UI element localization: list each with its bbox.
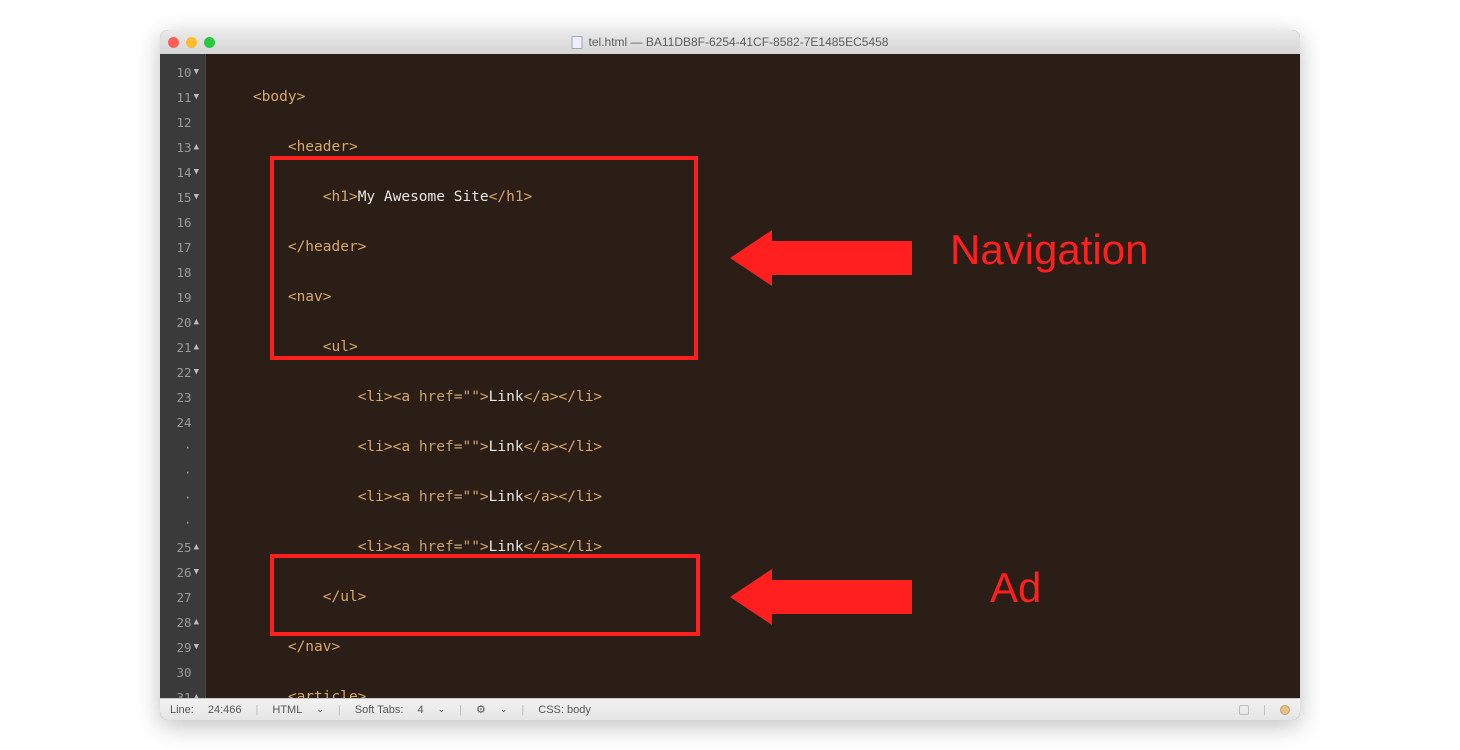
line-number[interactable]: 22▼ xyxy=(160,360,205,385)
traffic-lights xyxy=(168,37,215,48)
line-number[interactable]: 12 xyxy=(160,110,205,135)
status-dot-icon[interactable] xyxy=(1280,705,1290,715)
editor-area: 10▼11▼12 13▲14▼15▼16 17 18 19 20▲21▲22▼2… xyxy=(160,54,1300,698)
tag-li: <li> xyxy=(358,489,393,505)
tag-h1-close: </h1> xyxy=(489,189,533,205)
tag-a-gt: > xyxy=(480,389,489,405)
line-number[interactable]: 10▼ xyxy=(160,60,205,85)
chevron-down-icon[interactable]: ⌄ xyxy=(500,704,508,715)
document-icon xyxy=(572,36,583,49)
link-text: Link xyxy=(489,389,524,405)
line-number[interactable]: 21▲ xyxy=(160,335,205,360)
line-number[interactable]: 19 xyxy=(160,285,205,310)
link-text: Link xyxy=(489,539,524,555)
scroll-indicator-icon[interactable] xyxy=(1239,705,1249,715)
line-number[interactable]: 18 xyxy=(160,260,205,285)
line-number[interactable]: 15▼ xyxy=(160,185,205,210)
line-number[interactable]: · xyxy=(160,510,205,535)
line-number[interactable]: 17 xyxy=(160,235,205,260)
attr-href: href="" xyxy=(419,539,480,555)
arrow-nav xyxy=(730,230,912,286)
attr-href: href="" xyxy=(419,439,480,455)
tag-a: <a xyxy=(393,439,419,455)
link-text: Link xyxy=(489,439,524,455)
line-number[interactable]: 11▼ xyxy=(160,85,205,110)
tag-ul-open: <ul> xyxy=(323,339,358,355)
line-number[interactable]: 14▼ xyxy=(160,160,205,185)
close-icon[interactable] xyxy=(168,37,179,48)
line-number[interactable]: 24 xyxy=(160,410,205,435)
line-number[interactable]: · xyxy=(160,435,205,460)
tag-ul-close: </ul> xyxy=(323,589,367,605)
tag-a: <a xyxy=(393,539,419,555)
line-number[interactable]: · xyxy=(160,460,205,485)
tag-h1-open: <h1> xyxy=(323,189,358,205)
line-number[interactable]: 13▲ xyxy=(160,135,205,160)
editor-window: tel.html — BA11DB8F-6254-41CF-8582-7E148… xyxy=(160,30,1300,720)
line-number[interactable]: 16 xyxy=(160,210,205,235)
line-number[interactable]: 30 xyxy=(160,660,205,685)
tag-nav-close: </nav> xyxy=(288,639,340,655)
arrow-left-icon xyxy=(730,569,772,625)
label-navigation: Navigation xyxy=(950,226,1148,274)
tag-a-gt: > xyxy=(480,539,489,555)
arrow-body xyxy=(772,580,912,614)
tag-a-gt: > xyxy=(480,489,489,505)
tag-li-close: </li> xyxy=(559,439,603,455)
tag-a: <a xyxy=(393,489,419,505)
attr-href: href="" xyxy=(419,389,480,405)
gear-icon[interactable]: ⚙ xyxy=(476,703,486,716)
tag-li: <li> xyxy=(358,439,393,455)
line-number[interactable]: 25▲ xyxy=(160,535,205,560)
arrow-ad xyxy=(730,569,912,625)
status-tab-size[interactable]: 4 xyxy=(417,704,423,716)
line-number[interactable]: 26▼ xyxy=(160,560,205,585)
line-number[interactable]: 31▲ xyxy=(160,685,205,698)
tag-li: <li> xyxy=(358,539,393,555)
line-number-gutter[interactable]: 10▼11▼12 13▲14▼15▼16 17 18 19 20▲21▲22▼2… xyxy=(160,54,206,698)
status-line-value[interactable]: 24:466 xyxy=(208,704,242,716)
tag-body-open: <body> xyxy=(253,89,305,105)
window-title: tel.html — BA11DB8F-6254-41CF-8582-7E148… xyxy=(572,35,889,49)
h1-text: My Awesome Site xyxy=(358,189,489,205)
label-ad: Ad xyxy=(990,564,1041,612)
status-breadcrumb[interactable]: CSS: body xyxy=(538,704,591,716)
tag-a-close: </a> xyxy=(524,489,559,505)
zoom-icon[interactable] xyxy=(204,37,215,48)
minimize-icon[interactable] xyxy=(186,37,197,48)
tag-header-close: </header> xyxy=(288,239,367,255)
line-number[interactable]: 27 xyxy=(160,585,205,610)
title-label: tel.html — BA11DB8F-6254-41CF-8582-7E148… xyxy=(589,35,889,49)
line-number[interactable]: 28▲ xyxy=(160,610,205,635)
tag-article-open: <article> xyxy=(288,689,367,698)
tag-li: <li> xyxy=(358,389,393,405)
line-number[interactable]: · xyxy=(160,485,205,510)
attr-href: href="" xyxy=(419,489,480,505)
arrow-left-icon xyxy=(730,230,772,286)
chevron-down-icon[interactable]: ⌄ xyxy=(316,704,324,715)
arrow-body xyxy=(772,241,912,275)
tag-a-gt: > xyxy=(480,439,489,455)
tag-li-close: </li> xyxy=(559,539,603,555)
titlebar: tel.html — BA11DB8F-6254-41CF-8582-7E148… xyxy=(160,30,1300,54)
status-line-label: Line: xyxy=(170,704,194,716)
tag-a: <a xyxy=(393,389,419,405)
tag-header-open: <header> xyxy=(288,139,358,155)
tag-a-close: </a> xyxy=(524,389,559,405)
tag-li-close: </li> xyxy=(559,489,603,505)
status-language[interactable]: HTML xyxy=(272,704,302,716)
tag-a-close: </a> xyxy=(524,539,559,555)
statusbar: Line: 24:466 | HTML ⌄ | Soft Tabs: 4 ⌄ |… xyxy=(160,698,1300,720)
tag-a-close: </a> xyxy=(524,439,559,455)
chevron-down-icon[interactable]: ⌄ xyxy=(438,704,446,715)
link-text: Link xyxy=(489,489,524,505)
line-number[interactable]: 23 xyxy=(160,385,205,410)
status-soft-tabs[interactable]: Soft Tabs: xyxy=(355,704,404,716)
tag-nav-open: <nav> xyxy=(288,289,332,305)
line-number[interactable]: 20▲ xyxy=(160,310,205,335)
line-number[interactable]: 29▼ xyxy=(160,635,205,660)
tag-li-close: </li> xyxy=(559,389,603,405)
